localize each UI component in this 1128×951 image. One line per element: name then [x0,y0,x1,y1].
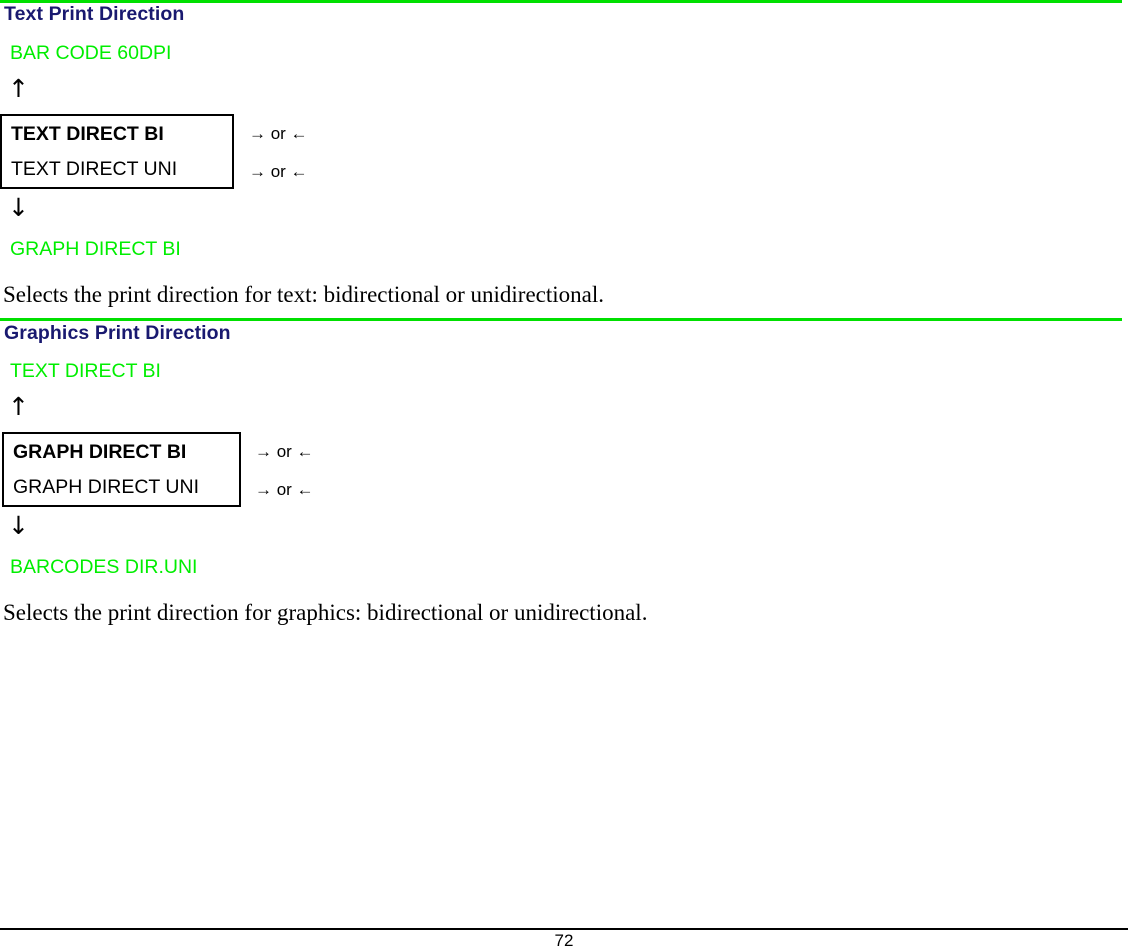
key-hint-graph-direct-uni: → or ← [255,480,314,499]
section-divider-middle [0,318,1122,321]
key-hint-graph-direct-bi: → or ← [255,442,314,461]
menu-option-box-graphics-direction[interactable]: GRAPH DIRECT BI GRAPH DIRECT UNI [2,432,241,507]
key-hint-text-direct-bi: → or ← [249,124,308,143]
key-hint-text-direct-uni: → or ← [249,162,308,181]
footer-divider [0,928,1128,930]
page-number: 72 [554,931,574,950]
previous-menu-label-text-direct-bi: TEXT DIRECT BI [10,360,161,382]
manual-page: Text Print Direction BAR CODE 60DPI ↑ TE… [0,0,1128,950]
section-heading-text-print-direction: Text Print Direction [4,3,185,25]
section-description-graphics: Selects the print direction for graphics… [3,600,648,625]
section-heading-graphics-print-direction: Graphics Print Direction [4,322,231,344]
menu-option-text-direct-bi[interactable]: TEXT DIRECT BI [2,123,232,146]
previous-menu-label-bar-code-60dpi: BAR CODE 60DPI [10,42,172,64]
up-arrow-icon-graphics: ↑ [8,392,29,421]
menu-option-graph-direct-uni[interactable]: GRAPH DIRECT UNI [4,476,239,499]
menu-option-text-direct-uni[interactable]: TEXT DIRECT UNI [2,158,232,181]
next-menu-label-graph-direct-bi: GRAPH DIRECT BI [10,238,181,260]
menu-option-graph-direct-bi[interactable]: GRAPH DIRECT BI [4,441,239,464]
menu-option-box-text-direction[interactable]: TEXT DIRECT BI TEXT DIRECT UNI [0,114,234,189]
section-description-text: Selects the print direction for text: bi… [3,282,605,307]
next-menu-label-barcodes-dir-uni: BARCODES DIR.UNI [10,556,198,578]
up-arrow-icon: ↑ [8,74,29,103]
down-arrow-icon: ↓ [8,193,29,222]
down-arrow-icon-graphics: ↓ [8,511,29,540]
